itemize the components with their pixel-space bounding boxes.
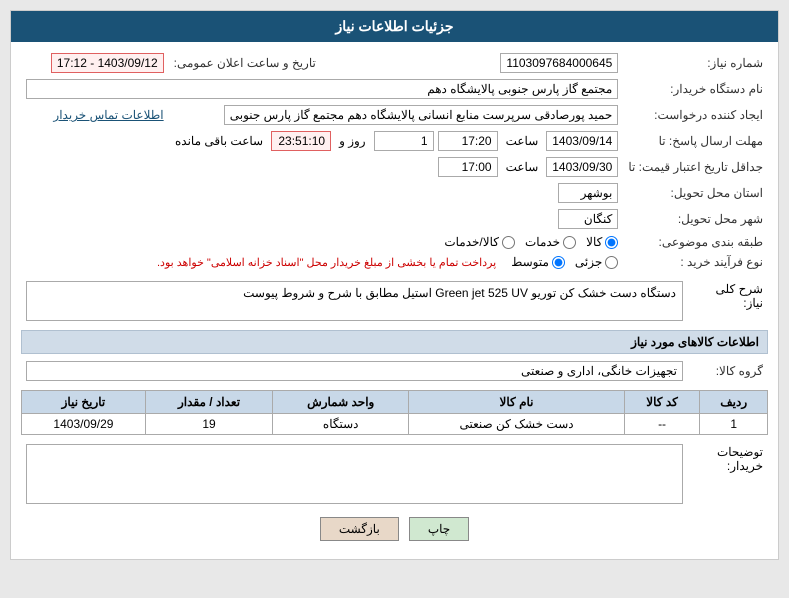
- label-noFaravand: نوع فرآیند خرید :: [623, 252, 768, 272]
- noFaravand-radio-group: جزئی متوسط: [511, 255, 618, 269]
- content-area: شماره نیاز: 1103097684000645 تاریخ و ساع…: [11, 42, 778, 559]
- col-tedad: تعداد / مقدار: [145, 391, 272, 414]
- radio-kala-label: کالا: [586, 235, 602, 249]
- label-tabaqe: طبقه بندی موضوعی:: [623, 232, 768, 252]
- label-groupKala: گروه کالا:: [688, 358, 768, 384]
- col-vahed: واحد شمارش: [273, 391, 409, 414]
- sherh-table: شرح کلی نیاز: دستگاه دست خشک کن توریو Gr…: [21, 278, 768, 324]
- value-ijadKonande: حمید پورصادقی سرپرست منابع انسانی پالایش…: [224, 105, 619, 125]
- kala-section-header: اطلاعات کالاهای مورد نیاز: [21, 330, 768, 354]
- cell-tedad: 19: [145, 414, 272, 435]
- radio-jozii[interactable]: جزئی: [575, 255, 618, 269]
- value-mohlat-roz: 1: [374, 131, 434, 151]
- radio-jozii-input[interactable]: [605, 256, 618, 269]
- label-ostan: استان محل تحویل:: [623, 180, 768, 206]
- value-jadaval-date: 1403/09/30: [546, 157, 618, 177]
- bazgasht-button[interactable]: بازگشت: [320, 517, 399, 541]
- radio-motavaset-input[interactable]: [552, 256, 565, 269]
- radio-khadamat[interactable]: خدمات: [525, 235, 576, 249]
- header-title-text: جزئیات اطلاعات نیاز: [335, 18, 453, 34]
- mohlat-row: 1403/09/14 ساعت 17:20 1 روز و 23:51:10 س…: [26, 131, 618, 151]
- info-table-top: شماره نیاز: 1103097684000645 تاریخ و ساع…: [21, 50, 768, 272]
- value-shahr: کنگان: [558, 209, 618, 229]
- radio-motavaset[interactable]: متوسط: [511, 255, 565, 269]
- page-container: جزئیات اطلاعات نیاز شماره نیاز: 11030976…: [10, 10, 779, 560]
- label-jadaval: جداقل تاریخ اعتبار قیمت: تا: [623, 154, 768, 180]
- col-kod: کد کالا: [624, 391, 700, 414]
- value-mohlat-date: 1403/09/14: [546, 131, 618, 151]
- value-ostan: بوشهر: [558, 183, 618, 203]
- cell-radif: 1: [700, 414, 768, 435]
- label-ijadKonande: ایجاد کننده درخواست:: [623, 102, 768, 128]
- value-mohlat-baghimande: 23:51:10: [271, 131, 331, 151]
- radio-kala[interactable]: کالا: [586, 235, 618, 249]
- tawzih-content: [26, 444, 683, 504]
- label-shahr: شهر محل تحویل:: [623, 206, 768, 232]
- value-sherh: دستگاه دست خشک کن توریو Green jet 525 UV…: [26, 281, 683, 321]
- radio-jozii-label: جزئی: [575, 255, 602, 269]
- radio-kala-input[interactable]: [605, 236, 618, 249]
- label-saat2: ساعت: [502, 160, 543, 174]
- value-tarikhEelan: 1403/09/12 - 17:12: [51, 53, 164, 73]
- radio-motavaset-label: متوسط: [511, 255, 549, 269]
- group-kala-table: گروه کالا: تجهیزات خانگی، اداری و صنعتی: [21, 358, 768, 384]
- value-groupKala: تجهیزات خانگی، اداری و صنعتی: [26, 361, 683, 381]
- noFaravand-row: جزئی متوسط پرداخت تمام یا بخشی از مبلغ خ…: [26, 255, 618, 269]
- radio-kala-khadamat-label: کالا/خدمات: [444, 235, 499, 249]
- kala-data-table: ردیف کد کالا نام کالا واحد شمارش تعداد /…: [21, 390, 768, 435]
- link-ettelaat-tamas[interactable]: اطلاعات تماس خریدار: [53, 108, 163, 122]
- noFaravand-note: پرداخت تمام یا بخشی از مبلغ خریدار محل "…: [157, 256, 496, 269]
- button-row: چاپ بازگشت: [21, 517, 768, 541]
- cell-name: دست خشک کن صنعتی: [409, 414, 625, 435]
- label-namDastgah: نام دستگاه خریدار:: [623, 76, 768, 102]
- chap-button[interactable]: چاپ: [409, 517, 469, 541]
- tabaqe-radio-group: کالا خدمات کالا/خدمات: [26, 235, 618, 249]
- label-saat: ساعت: [502, 134, 543, 148]
- label-tarikhEelan: تاریخ و ساعت اعلان عمومی:: [169, 50, 326, 76]
- label-sherh: شرح کلی نیاز:: [688, 278, 768, 324]
- table-row: 1 -- دست خشک کن صنعتی دستگاه 19 1403/09/…: [22, 414, 768, 435]
- label-mohlat: مهلت ارسال پاسخ: تا: [623, 128, 768, 154]
- radio-kala-khadamat-input[interactable]: [502, 236, 515, 249]
- cell-tarikh: 1403/09/29: [22, 414, 146, 435]
- label-baghimande: ساعت باقی مانده: [171, 134, 267, 148]
- value-jadaval-saat: 17:00: [438, 157, 498, 177]
- label-roz: روز و: [335, 134, 370, 148]
- page-title: جزئیات اطلاعات نیاز: [11, 11, 778, 42]
- tawzih-table: توضیحات خریدار:: [21, 441, 768, 507]
- label-tawzih: توضیحات خریدار:: [688, 441, 768, 507]
- radio-kala-khadamat[interactable]: کالا/خدمات: [444, 235, 515, 249]
- value-shomareNiaz: 1103097684000645: [500, 53, 618, 73]
- jadaval-row: 1403/09/30 ساعت 17:00: [26, 157, 618, 177]
- cell-kod: --: [624, 414, 700, 435]
- value-mohlat-saat: 17:20: [438, 131, 498, 151]
- col-radif: ردیف: [700, 391, 768, 414]
- col-tarikh: تاریخ نیاز: [22, 391, 146, 414]
- label-shomareNiaz: شماره نیاز:: [623, 50, 768, 76]
- radio-khadamat-label: خدمات: [525, 235, 560, 249]
- col-name: نام کالا: [409, 391, 625, 414]
- cell-vahed: دستگاه: [273, 414, 409, 435]
- value-namDastgah: مجتمع گاز پارس جنوبی پالایشگاه دهم: [26, 79, 618, 99]
- radio-khadamat-input[interactable]: [563, 236, 576, 249]
